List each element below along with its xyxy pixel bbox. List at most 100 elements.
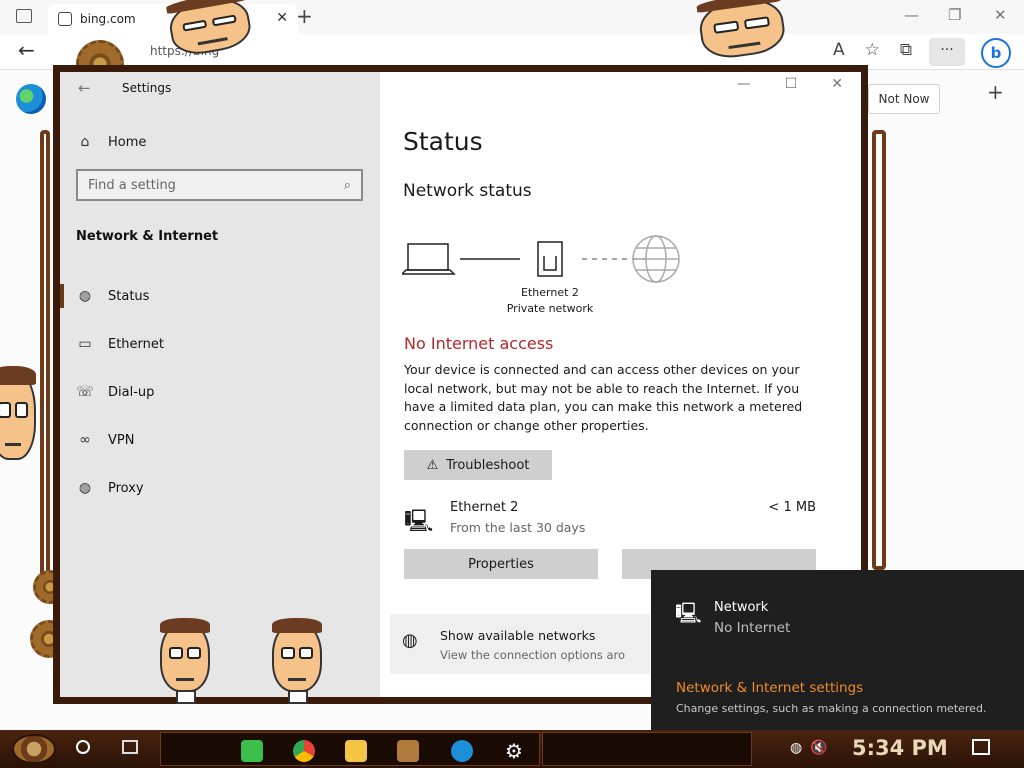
cartoon-face-icon [0,366,36,460]
close-icon[interactable]: ✕ [831,76,843,92]
tab-title: bing.com [80,12,136,26]
sidebar-item-label: Proxy [108,480,144,496]
more-options-button[interactable]: ··· [929,38,965,66]
game-app-icon[interactable] [397,740,419,762]
maximize-icon[interactable]: ☐ [785,76,798,92]
dialup-icon: ☏ [76,384,94,400]
new-tab-icon[interactable]: + [296,4,313,28]
sidebar-item-dialup[interactable]: ☏ Dial-up [60,368,380,416]
internet-globe-icon [632,235,680,283]
sidebar-item-label: Status [108,288,150,304]
taskbar-clock[interactable]: 5:34 PM [852,736,948,760]
search-icon: ⌕ [343,177,351,193]
file-explorer-icon[interactable] [345,740,367,762]
ethernet-icon: ▭ [78,336,92,352]
network-globe-tray-icon[interactable]: ◍ [790,740,802,756]
proxy-globe-icon: ◍ [78,480,92,496]
edge-taskbar-icon[interactable] [451,740,473,762]
troubleshoot-button[interactable]: ⚠ Troubleshoot [404,450,552,480]
show-networks-title: Show available networks [440,628,596,643]
back-arrow-icon[interactable]: ← [78,79,91,97]
task-view-icon[interactable] [122,740,138,754]
window-controls: — ☐ ✕ [737,76,843,92]
browser-tab-strip: bing.com ✕ + — ❐ ✕ [0,0,1024,34]
vpn-icon: ∞ [79,432,91,448]
edge-logo-icon [16,84,46,114]
warning-icon: ⚠ [426,457,439,473]
pipe-right-decoration [872,130,886,570]
network-globe-icon: ◍ [402,630,418,651]
pinned-apps: ⚙ [160,732,540,766]
network-nav-list: ◍ Status ▭ Ethernet ☏ Dial-up ∞ VPN ◍ Pr… [60,272,380,512]
adapter-name: Ethernet 2 [521,286,579,299]
data-usage: < 1 MB [768,500,816,515]
cartoon-face-icon [160,618,210,692]
tab-close-icon[interactable]: ✕ [276,10,288,26]
connection-period: From the last 30 days [450,520,586,535]
cartoon-face-icon [272,618,322,692]
home-nav-item[interactable]: ⌂ Home [76,134,147,150]
page-favicon-icon [58,12,72,26]
home-icon: ⌂ [80,134,90,150]
browser-close-icon[interactable]: ✕ [994,6,1007,24]
notes-app-icon[interactable] [241,740,263,762]
settings-sidebar: ← Settings ⌂ Home Find a setting ⌕ Netwo… [60,72,380,704]
settings-gear-icon[interactable]: ⚙ [503,740,525,762]
search-placeholder: Find a setting [88,177,176,193]
section-title: Network & Internet [76,229,219,244]
taskbar: ⚙ ◍ 🔇 5:34 PM [0,730,1024,768]
search-circle-icon[interactable] [76,740,90,754]
sidebar-item-proxy[interactable]: ◍ Proxy [60,464,380,512]
browser-minimize-icon[interactable]: — [904,6,919,24]
sidebar-item-label: Dial-up [108,384,155,400]
page-title: Status [403,127,483,156]
network-flyout: 🖳 Network No Internet Network & Internet… [651,570,1024,730]
sidebar-item-vpn[interactable]: ∞ VPN [60,416,380,464]
system-tray: ◍ 🔇 [790,740,828,756]
show-available-networks[interactable]: ◍ Show available networks View the conne… [390,614,650,674]
browser-restore-icon[interactable]: ❐ [948,6,961,24]
read-aloud-icon[interactable]: A [833,40,845,62]
chrome-icon[interactable] [293,740,315,762]
ethernet-monitor-icon: 🖳 [675,601,702,625]
cartoon-body-decoration [176,690,196,704]
sidebar-item-label: Ethernet [108,336,164,352]
adapter-label: Ethernet 2 Private network [500,285,600,317]
show-networks-subtitle: View the connection options aro [440,648,626,662]
network-status-heading: Network status [403,181,532,201]
adapter-type: Private network [506,302,594,315]
settings-window-title: Settings [122,81,172,95]
sidebar-add-icon[interactable]: + [987,80,1004,104]
volume-muted-icon[interactable]: 🔇 [810,740,827,756]
network-settings-subtitle: Change settings, such as making a connec… [676,702,987,715]
flyout-network-status: No Internet [714,620,791,636]
sidebar-item-label: VPN [108,432,135,448]
collections-icon[interactable]: ⧉ [900,40,912,62]
bing-chat-icon[interactable]: b [981,38,1011,68]
ethernet-port-icon [537,241,563,277]
network-settings-link[interactable]: Network & Internet settings [676,680,863,696]
properties-button[interactable]: Properties [404,549,598,579]
sidebar-item-status[interactable]: ◍ Status [60,272,380,320]
ethernet-monitor-icon: 🖳 [404,509,434,534]
sidebar-item-ethernet[interactable]: ▭ Ethernet [60,320,380,368]
taskbar-empty-area [542,732,752,766]
tab-actions-icon[interactable] [16,9,32,23]
home-label: Home [108,134,147,150]
minimize-icon[interactable]: — [737,76,751,92]
globe-icon: ◍ [78,288,92,304]
connection-usage-row: 🖳 Ethernet 2 From the last 30 days < 1 M… [404,500,816,540]
connection-alert: No Internet access [404,334,554,353]
flyout-network-name[interactable]: Network [714,600,768,615]
start-button[interactable] [12,734,56,764]
notification-center-icon[interactable] [972,739,990,755]
troubleshoot-label: Troubleshoot [446,457,530,473]
pipe-left-decoration [40,130,50,600]
connection-description: Your device is connected and can access … [404,362,803,433]
back-arrow-icon[interactable]: ← [18,38,35,62]
favorite-star-icon[interactable]: ☆ [865,40,880,62]
find-setting-input[interactable]: Find a setting ⌕ [76,169,363,201]
not-now-button[interactable]: Not Now [868,84,940,114]
cartoon-body-decoration [288,690,308,704]
laptop-icon [402,243,456,275]
